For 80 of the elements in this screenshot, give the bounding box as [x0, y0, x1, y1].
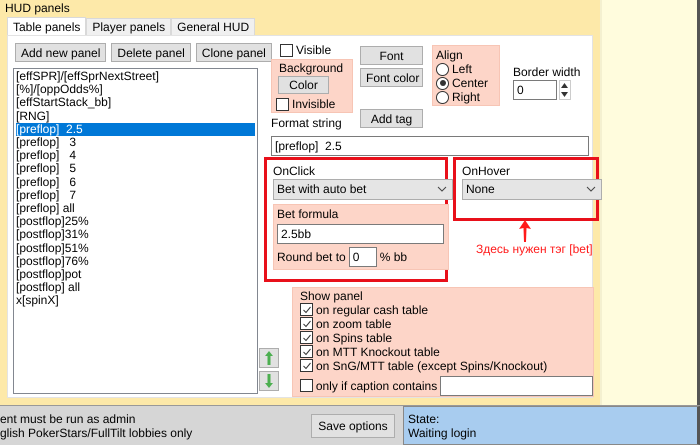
group-label: Align — [436, 48, 463, 62]
list-item[interactable]: [preflop] 6 — [16, 176, 255, 189]
list-item[interactable]: [RNG] — [16, 110, 255, 123]
state-label: State: — [408, 412, 440, 426]
list-item[interactable]: [postflop]31% — [16, 228, 255, 242]
checkbox-label: Visible — [296, 43, 332, 57]
onhover-dropdown[interactable]: None — [462, 178, 602, 200]
panel-button[interactable]: Delete panel — [111, 43, 191, 62]
up-arrow-icon — [265, 351, 273, 365]
color-button[interactable]: Color — [278, 76, 329, 94]
save-options-button[interactable]: Save options — [311, 414, 395, 438]
checkbox-label: on MTT Knockout table — [316, 344, 440, 359]
tab[interactable]: General HUD — [171, 18, 256, 35]
checkbox[interactable] — [300, 331, 313, 344]
tab[interactable]: Player panels — [86, 18, 172, 35]
list-item[interactable]: x[spinX] — [16, 294, 255, 308]
list-item[interactable]: [effStartStack_bb] — [16, 96, 255, 110]
radio-label: Right — [452, 90, 480, 104]
list-item[interactable]: [preflop] 2.5 — [16, 122, 255, 136]
list-item[interactable]: [effSPR]/[effSprNextStreet] — [16, 70, 255, 84]
group-label: Background — [279, 61, 344, 75]
checkbox[interactable] — [300, 303, 313, 316]
radio-button[interactable] — [436, 62, 449, 76]
bet-formula-field[interactable]: 2.5bb — [277, 224, 444, 244]
panel-button[interactable]: Clone panel — [196, 43, 272, 62]
checkbox-label: on regular cash table — [316, 302, 428, 317]
checkbox-label: on zoom table — [316, 316, 392, 331]
list-item[interactable]: [preflop] all — [16, 202, 255, 216]
unit-label: % bb — [380, 250, 408, 264]
checkbox-label: on SnG/MTT table (except Spins/Knockout) — [316, 358, 548, 373]
checkbox[interactable] — [300, 317, 313, 330]
chevron-down-icon — [437, 186, 447, 192]
list-item[interactable]: [postflop]51% — [16, 242, 255, 255]
group-label: Bet formula — [277, 206, 340, 221]
radio-button[interactable] — [436, 90, 449, 104]
font-button[interactable]: Font color — [360, 68, 423, 87]
checkbox[interactable] — [300, 345, 313, 358]
format-string-field[interactable]: [preflop] 2.5 — [271, 136, 589, 156]
spin-buttons[interactable] — [559, 80, 571, 100]
checkbox-label: only if caption contains — [316, 378, 438, 393]
round-field[interactable]: 0 — [348, 246, 377, 267]
down-arrow-icon — [265, 374, 273, 388]
list-item[interactable]: [preflop] 3 — [16, 136, 255, 150]
tab[interactable]: Table panels — [7, 17, 86, 35]
list-item[interactable]: [preflop] 5 — [16, 162, 255, 176]
annotation-text: Здесь нужен тэг [bet] — [476, 242, 593, 256]
field-label: Round bet to — [277, 250, 346, 264]
radio-button[interactable] — [436, 76, 449, 90]
status-message: glish PokerStars/FullTilt lobbies only — [0, 426, 192, 440]
list-item[interactable]: [postflop] all — [16, 281, 255, 294]
onclick-dropdown[interactable]: Bet with auto bet — [273, 178, 453, 200]
checkbox[interactable] — [280, 44, 293, 56]
font-button[interactable]: Font — [360, 46, 423, 65]
annotation-arrow-icon — [519, 220, 531, 242]
field-label: Border width — [513, 65, 580, 79]
group-title: HUD panels — [5, 1, 71, 15]
group-label: OnHover — [462, 164, 512, 178]
chevron-down-icon — [586, 186, 596, 192]
field-label: Format string — [271, 116, 343, 130]
list-item[interactable]: [preflop] 4 — [16, 149, 255, 162]
border-width-field[interactable]: 0 — [513, 80, 557, 100]
group-label: Show panel — [300, 288, 364, 303]
radio-label: Center — [452, 76, 488, 90]
list-item[interactable]: [postflop]76% — [16, 254, 255, 268]
list-item[interactable]: [postflop]25% — [16, 215, 255, 228]
checkbox[interactable] — [300, 379, 313, 392]
add-tag-button[interactable]: Add tag — [360, 109, 423, 128]
checkbox[interactable] — [276, 98, 289, 110]
list-item[interactable]: [%]/[oppOdds%] — [16, 83, 255, 96]
caption-field[interactable] — [440, 376, 593, 396]
panel-button[interactable]: Add new panel — [15, 43, 106, 62]
checkbox-label: on Spins table — [316, 330, 392, 345]
radio-label: Left — [452, 62, 472, 76]
group-label: OnClick — [273, 164, 316, 178]
checkbox[interactable] — [300, 359, 313, 372]
status-message: ent must be run as admin — [0, 412, 136, 426]
checkbox-label: Invisible — [292, 97, 336, 111]
list-item[interactable]: [preflop] 7 — [16, 188, 255, 202]
list-item[interactable]: [postflop]pot — [16, 268, 255, 282]
state-value: Waiting login — [408, 426, 478, 440]
